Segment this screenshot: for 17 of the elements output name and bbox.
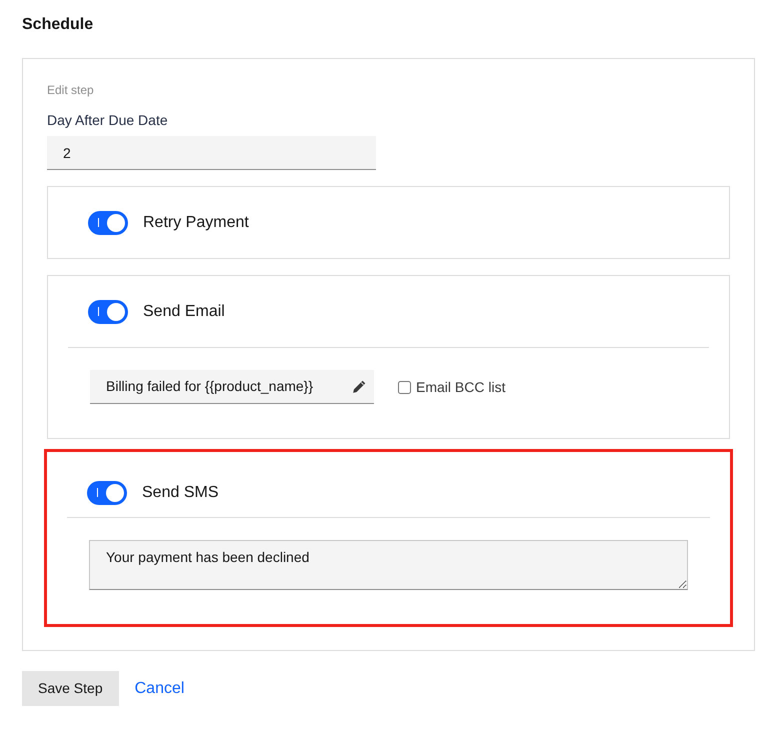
page-title: Schedule — [22, 15, 94, 35]
toggle-switch[interactable] — [88, 211, 128, 235]
pencil-icon[interactable] — [352, 380, 366, 394]
save-button[interactable]: Save Step — [22, 671, 119, 706]
toggle-label: Send SMS — [142, 483, 218, 503]
field-label: Day After Due Date — [47, 111, 169, 130]
checkbox-label: Email BCC list — [416, 378, 506, 396]
subject-field[interactable]: Billing failed for {{product_name}} — [90, 370, 374, 404]
toggle-switch[interactable] — [88, 300, 128, 324]
toggle-label: Send Email — [143, 302, 225, 322]
toggle-label: Retry Payment — [143, 213, 249, 233]
day-input-field[interactable]: 2 — [47, 136, 376, 170]
bcc-checkbox[interactable] — [398, 380, 411, 394]
toggle-switch[interactable] — [87, 481, 127, 505]
cancel-link[interactable]: Cancel — [134, 676, 184, 700]
sms-message-field[interactable]: Your payment has been declined — [89, 540, 688, 590]
form-caption: Edit step — [47, 82, 95, 99]
